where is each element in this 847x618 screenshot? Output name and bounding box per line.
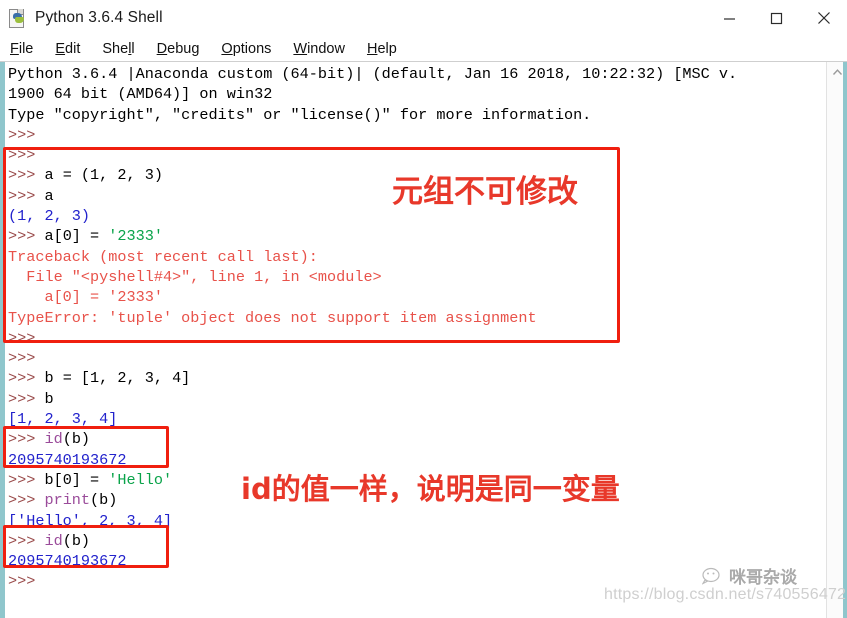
shell-line: >>> b [8, 389, 847, 409]
shell-line: >>> a = (1, 2, 3) [8, 165, 847, 185]
traceback-text: TypeError: 'tuple' object does not suppo… [8, 308, 537, 327]
title-bar: Python 3.6.4 Shell [0, 0, 847, 36]
shell-line: (1, 2, 3) [8, 206, 847, 226]
shell-text[interactable]: Python 3.6.4 |Anaconda custom (64-bit)| … [6, 62, 847, 618]
banner-line-2: 1900 64 bit (AMD64)] on win32 [8, 85, 273, 104]
shell-line: 2095740193672 [8, 450, 847, 470]
prompt-marker: >>> [8, 389, 45, 408]
prompt-marker: >>> [8, 349, 45, 368]
shell-line: 2095740193672 [8, 551, 847, 571]
shell-line: >>> print(b) [8, 491, 118, 510]
window-controls [706, 0, 847, 36]
shell-line: a[0] = '2333' [8, 287, 847, 307]
python-shell-window: Python 3.6.4 Shell File Edit Shell Debug… [0, 0, 847, 618]
window-title: Python 3.6.4 Shell [35, 9, 163, 26]
prompt-marker: >>> [8, 166, 45, 185]
prompt-marker: >>> [8, 531, 45, 550]
shell-code: b [44, 389, 54, 408]
shell-output-id-value: 2095740193672 [8, 450, 127, 469]
shell-line: TypeError: 'tuple' object does not suppo… [8, 308, 847, 328]
shell-string-literal: '2333' [108, 227, 163, 246]
python-file-icon [8, 8, 27, 28]
prompt-marker: >>> [8, 146, 45, 165]
shell-code: a = (1, 2, 3) [44, 166, 163, 185]
shell-code: b = [1, 2, 3, 4] [44, 369, 191, 388]
menu-bar: File Edit Shell Debug Options Window Hel… [0, 36, 847, 62]
banner-line-1: Python 3.6.4 |Anaconda custom (64-bit)| … [8, 65, 738, 83]
maximize-button[interactable] [753, 0, 800, 36]
shell-builtin-id: id [44, 430, 63, 449]
maximize-icon [770, 12, 783, 24]
prompt-marker: >>> [8, 491, 45, 510]
traceback-text: File "<pyshell#4>", line 1, in <module> [8, 267, 382, 286]
menu-item-shell[interactable]: Shell [102, 41, 134, 57]
shell-line: File "<pyshell#4>", line 1, in <module> [8, 267, 847, 287]
traceback-text: a[0] = '2333' [8, 288, 163, 307]
shell-builtin-print: print [44, 491, 91, 510]
prompt-marker: >>> [8, 369, 45, 388]
prompt-marker: >>> [8, 328, 45, 347]
shell-output: ['Hello', 2, 3, 4] [8, 511, 173, 530]
shell-line: >>> a [8, 186, 847, 206]
shell-line: >>> id(b) [8, 430, 91, 449]
shell-line: >>> b = [1, 2, 3, 4] [8, 368, 847, 388]
shell-line: >>> b[0] = 'Hello' [8, 470, 173, 489]
shell-line: >>> [8, 145, 847, 165]
right-margin-rule [843, 62, 847, 618]
menu-item-help[interactable]: Help [367, 41, 397, 57]
close-button[interactable] [800, 0, 847, 36]
shell-output: [1, 2, 3, 4] [8, 410, 118, 429]
menu-item-options[interactable]: Options [221, 41, 271, 57]
shell-line: ['Hello', 2, 3, 4] [8, 511, 847, 531]
prompt-marker: >>> [8, 470, 45, 489]
prompt-marker: >>> [8, 430, 45, 449]
menu-item-window[interactable]: Window [293, 41, 345, 57]
shell-line: >>> [8, 571, 847, 591]
traceback-text: Traceback (most recent call last): [8, 247, 318, 266]
prompt-marker: >>> [8, 186, 45, 205]
shell-line: >>> [8, 125, 847, 145]
shell-line: >>> [8, 348, 847, 368]
menu-item-debug[interactable]: Debug [157, 41, 200, 57]
menu-item-file[interactable]: File [10, 41, 33, 57]
shell-string-literal: 'Hello' [108, 470, 173, 489]
shell-line: Traceback (most recent call last): [8, 247, 847, 267]
shell-line: >>> [8, 328, 847, 348]
minimize-icon [724, 17, 735, 20]
shell-output-id-value: 2095740193672 [8, 552, 127, 571]
shell-builtin-id: id [44, 531, 63, 550]
prompt-marker: >>> [8, 227, 45, 246]
prompt-marker: >>> [8, 125, 45, 144]
banner-line-3: Type "copyright", "credits" or "license(… [8, 105, 592, 124]
prompt-marker: >>> [8, 572, 45, 591]
shell-output: (1, 2, 3) [8, 207, 91, 226]
shell-line: >>> id(b) [8, 531, 91, 550]
shell-line: [1, 2, 3, 4] [8, 409, 847, 429]
minimize-button[interactable] [706, 0, 753, 36]
shell-area: Python 3.6.4 |Anaconda custom (64-bit)| … [0, 62, 847, 618]
shell-code: a [44, 186, 54, 205]
shell-line: >>> a[0] = '2333' [8, 227, 163, 246]
menu-item-edit[interactable]: Edit [55, 41, 80, 57]
close-icon [817, 12, 830, 24]
